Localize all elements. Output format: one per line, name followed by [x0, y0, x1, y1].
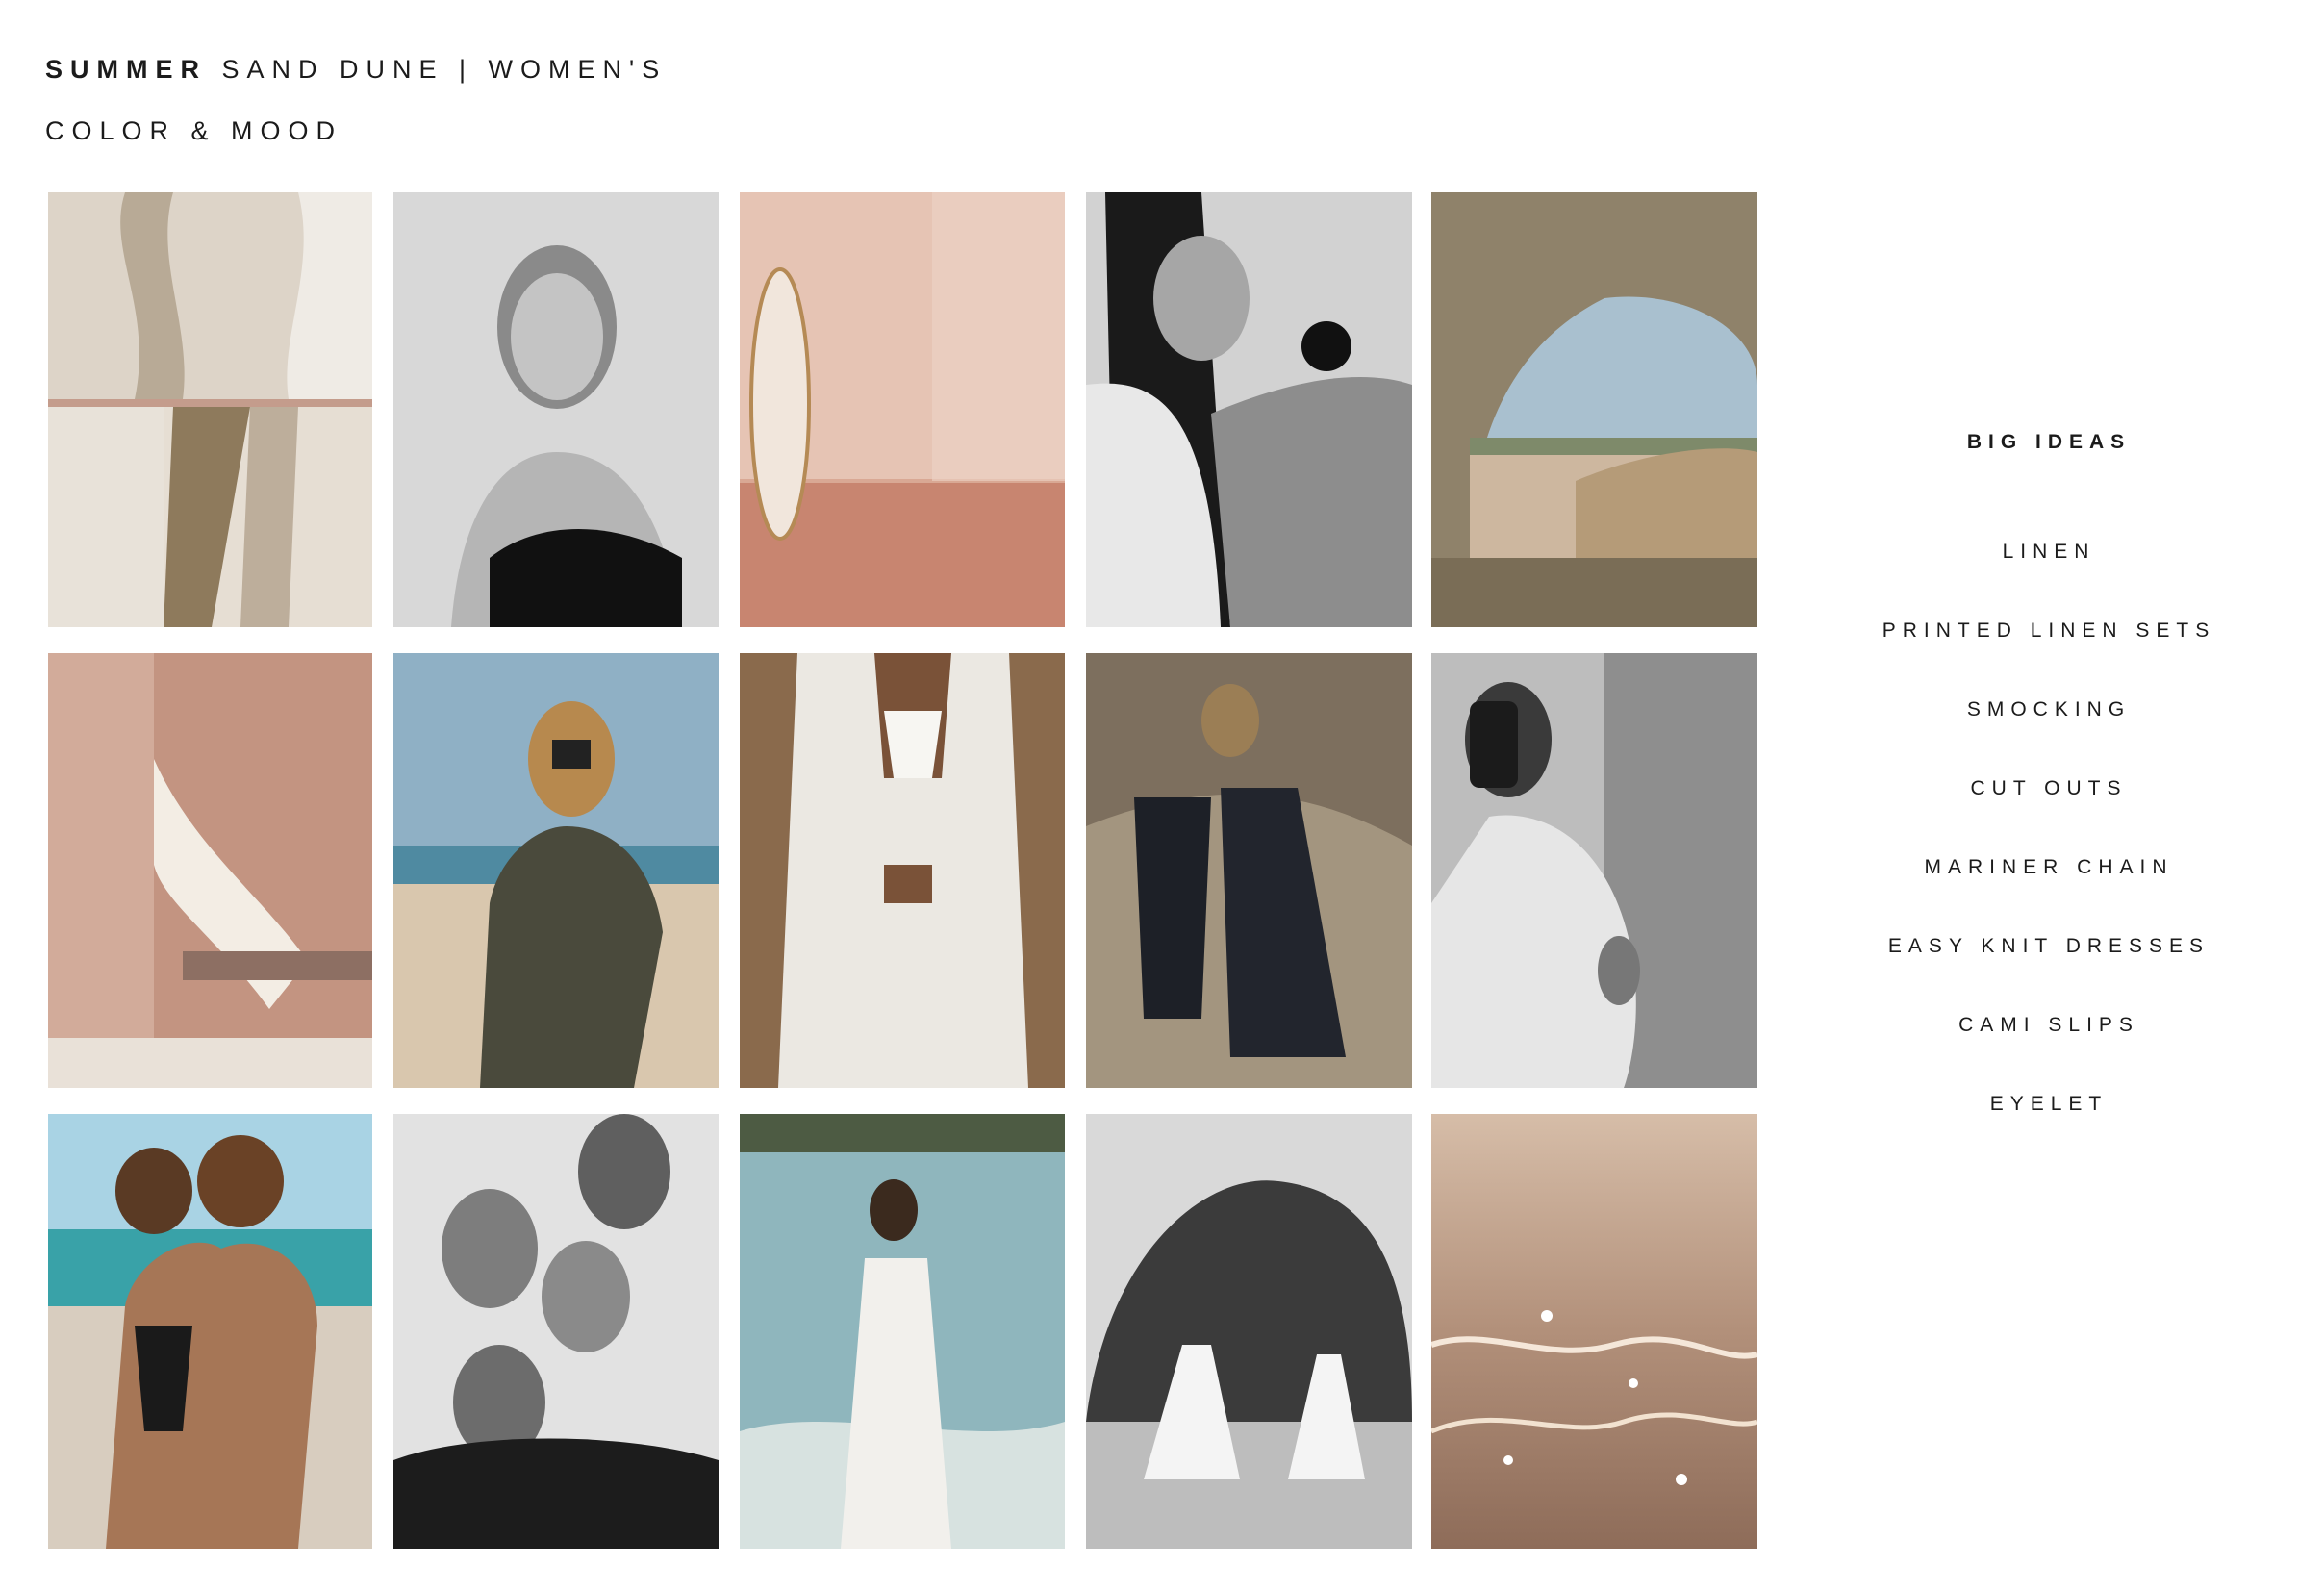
bw-dancers-rock-image — [1086, 1114, 1412, 1549]
woman-white-dress-sea-image — [740, 1114, 1065, 1549]
big-ideas-title: BIG IDEAS — [1966, 431, 2132, 453]
idea-item: LINEN — [2002, 541, 2096, 563]
pink-room-surfboard-image — [740, 192, 1065, 627]
idea-item: SMOCKING — [1966, 698, 2132, 720]
two-women-hugging-beach-image — [48, 1114, 372, 1549]
title-season: SUMMER — [45, 55, 207, 84]
idea-item: EASY KNIT DRESSES — [1887, 935, 2210, 957]
page-subtitle: COLOR & MOOD — [45, 116, 343, 145]
title-collection: SAND DUNE | WOMEN'S — [221, 55, 668, 84]
idea-item: MARINER CHAIN — [1924, 856, 2174, 878]
idea-item: CUT OUTS — [1970, 777, 2128, 799]
desert-rock-arch-image — [1431, 192, 1757, 627]
beach-camera-woman-image — [393, 653, 719, 1088]
bw-portrait-model-image — [393, 192, 719, 627]
two-women-rocks-image — [1086, 653, 1412, 1088]
abstract-arch-collage-image — [48, 192, 372, 627]
bw-four-models-image — [393, 1114, 719, 1549]
page-title: SUMMER SAND DUNE | WOMEN'S — [45, 50, 667, 88]
bw-mirror-selfie-image — [1431, 653, 1757, 1088]
pink-wall-fabric-image — [48, 653, 372, 1088]
idea-item: CAMI SLIPS — [1958, 1014, 2139, 1036]
big-ideas-panel: BIG IDEAS LINEN PRINTED LINEN SETS SMOCK… — [1808, 423, 2289, 1164]
idea-item: EYELET — [1989, 1093, 2109, 1115]
idea-item: PRINTED LINEN SETS — [1882, 619, 2216, 642]
sparkling-water-image — [1431, 1114, 1757, 1549]
white-linen-shirt-image — [740, 653, 1065, 1088]
bw-model-scrunchie-image — [1086, 192, 1412, 627]
